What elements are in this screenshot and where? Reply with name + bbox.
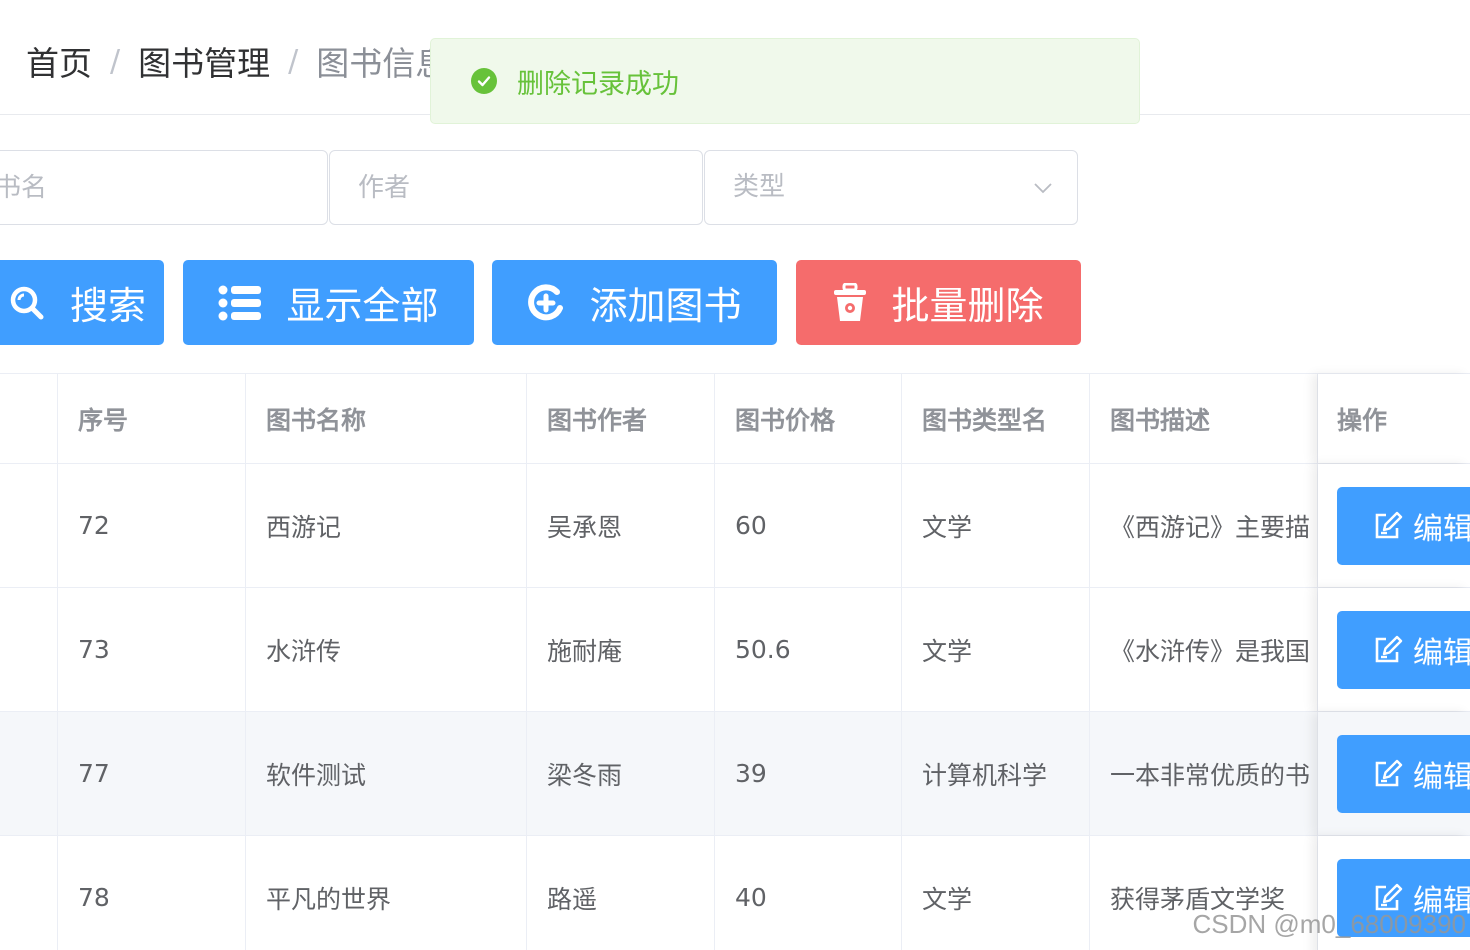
add-book-button[interactable]: 添加图书 (492, 260, 777, 345)
row-select-cell[interactable] (0, 712, 58, 835)
cell-price: 39 (715, 712, 902, 835)
add-book-button-label: 添加图书 (589, 284, 742, 328)
cell-id: 73 (58, 588, 246, 711)
header-description: 图书描述 (1090, 374, 1318, 463)
cell-price: 50.6 (715, 588, 902, 711)
cell-type: 计算机科学 (902, 712, 1090, 835)
row-select-cell[interactable] (0, 588, 58, 711)
row-select-cell[interactable] (0, 464, 58, 587)
books-table: 序号 图书名称 图书作者 图书价格 图书类型名 图书描述 操作 72 西游记 吴… (0, 373, 1470, 950)
header-book-name: 图书名称 (246, 374, 527, 463)
watermark: CSDN @m0_68009390 (1192, 909, 1466, 939)
author-field[interactable] (329, 150, 703, 225)
edit-icon (1375, 759, 1403, 786)
cell-actions: 编辑 (1318, 588, 1470, 711)
cell-book-name: 平凡的世界 (246, 836, 527, 950)
trash-icon (834, 282, 867, 321)
cell-description: 《水浒传》是我国 (1090, 588, 1318, 711)
edit-button[interactable]: 编辑 (1337, 486, 1470, 565)
list-icon (218, 285, 262, 320)
cell-actions: 编辑 (1318, 712, 1470, 835)
row-select-cell[interactable] (0, 836, 58, 950)
cell-book-name: 软件测试 (246, 712, 527, 835)
edit-button-label: 编辑 (1413, 635, 1470, 671)
cell-author: 路遥 (527, 836, 715, 950)
edit-button-label: 编辑 (1413, 759, 1470, 795)
cell-book-name: 水浒传 (246, 588, 527, 711)
breadcrumb-separator: / (110, 43, 121, 79)
header-price: 图书价格 (715, 374, 902, 463)
header-author: 图书作者 (527, 374, 715, 463)
type-select[interactable]: 类型 (704, 150, 1078, 225)
edit-button[interactable]: 编辑 (1337, 610, 1470, 689)
cell-type: 文学 (902, 588, 1090, 711)
search-button-label: 搜索 (69, 284, 146, 328)
cell-description: 《西游记》主要描 (1090, 464, 1318, 587)
cell-description: 一本非常优质的书 (1090, 712, 1318, 835)
page: 首页 / 图书管理 / 图书信息 删除记录成功 类型 搜索 显示全部 (0, 0, 1470, 950)
success-check-icon (471, 68, 497, 94)
breadcrumb-book-info: 图书信息 (316, 44, 449, 83)
header-id: 序号 (58, 374, 246, 463)
circle-plus-icon (528, 283, 564, 320)
table-row[interactable]: 77 软件测试 梁冬雨 39 计算机科学 一本非常优质的书 编辑 (0, 712, 1470, 836)
toast-message: 删除记录成功 (517, 68, 679, 100)
cell-type: 文学 (902, 464, 1090, 587)
cell-id: 72 (58, 464, 246, 587)
success-toast: 删除记录成功 (430, 38, 1140, 124)
cell-actions: 编辑 (1318, 464, 1470, 587)
cell-author: 吴承恩 (527, 464, 715, 587)
edit-icon (1375, 883, 1403, 910)
cell-book-name: 西游记 (246, 464, 527, 587)
table-header-row: 序号 图书名称 图书作者 图书价格 图书类型名 图书描述 操作 (0, 374, 1470, 464)
batch-delete-button[interactable]: 批量删除 (796, 260, 1081, 345)
header-type: 图书类型名 (902, 374, 1090, 463)
show-all-button[interactable]: 显示全部 (183, 260, 474, 345)
book-name-input[interactable] (0, 151, 280, 224)
author-input[interactable] (358, 151, 656, 224)
breadcrumb: 首页 / 图书管理 / 图书信息 (26, 36, 448, 86)
book-name-field[interactable] (0, 150, 328, 225)
cell-author: 梁冬雨 (527, 712, 715, 835)
cell-type: 文学 (902, 836, 1090, 950)
cell-price: 60 (715, 464, 902, 587)
cell-id: 77 (58, 712, 246, 835)
breadcrumb-home[interactable]: 首页 (26, 37, 92, 85)
breadcrumb-book-management[interactable]: 图书管理 (138, 37, 270, 85)
header-select (0, 374, 58, 463)
batch-delete-button-label: 批量删除 (891, 284, 1044, 328)
header-actions: 操作 (1318, 374, 1470, 463)
search-button[interactable]: 搜索 (0, 260, 164, 345)
show-all-button-label: 显示全部 (286, 284, 439, 328)
table-row[interactable]: 72 西游记 吴承恩 60 文学 《西游记》主要描 编辑 (0, 464, 1470, 588)
edit-icon (1375, 635, 1403, 662)
chevron-down-icon (1034, 183, 1052, 194)
edit-button[interactable]: 编辑 (1337, 734, 1470, 813)
search-icon (10, 286, 44, 319)
breadcrumb-separator: / (288, 43, 299, 79)
type-select-placeholder: 类型 (733, 172, 786, 202)
cell-id: 78 (58, 836, 246, 950)
table-row[interactable]: 73 水浒传 施耐庵 50.6 文学 《水浒传》是我国 编辑 (0, 588, 1470, 712)
cell-author: 施耐庵 (527, 588, 715, 711)
edit-icon (1375, 511, 1403, 538)
edit-button-label: 编辑 (1413, 511, 1470, 547)
cell-price: 40 (715, 836, 902, 950)
